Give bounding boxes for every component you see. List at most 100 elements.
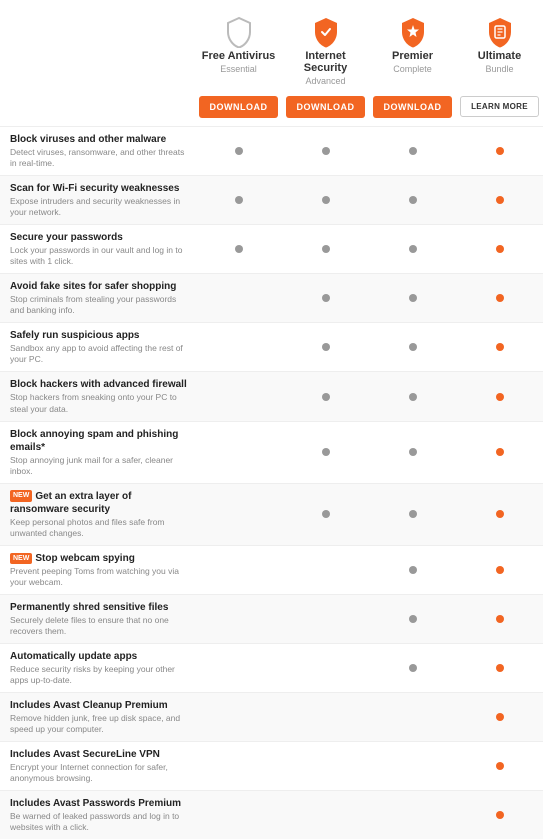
feature-row: Includes Avast Cleanup PremiumRemove hid… bbox=[0, 692, 543, 741]
check-dot bbox=[322, 343, 330, 351]
feature-row: Scan for Wi-Fi security weaknessesExpose… bbox=[0, 175, 543, 224]
check-dot bbox=[409, 343, 417, 351]
features-list: Block viruses and other malwareDetect vi… bbox=[0, 126, 543, 839]
check-dot bbox=[496, 566, 504, 574]
check-cell bbox=[282, 274, 369, 322]
check-cell bbox=[282, 176, 369, 224]
feature-label: Block annoying spam and phishing emails*… bbox=[0, 422, 195, 483]
check-cell bbox=[456, 484, 543, 545]
check-cell bbox=[195, 595, 282, 643]
check-cell bbox=[369, 546, 456, 594]
new-badge: NEW bbox=[10, 490, 32, 501]
premier-download-button[interactable]: DOWNLOAD bbox=[373, 96, 452, 118]
premier-plan-name: Premier bbox=[392, 50, 433, 62]
feature-label: NEWStop webcam spyingPrevent peeping Tom… bbox=[0, 546, 195, 594]
check-cell bbox=[456, 274, 543, 322]
feature-label: Includes Avast Cleanup PremiumRemove hid… bbox=[0, 693, 195, 741]
empty-header-cell bbox=[0, 10, 195, 90]
check-cell bbox=[282, 323, 369, 371]
feature-row: Block viruses and other malwareDetect vi… bbox=[0, 126, 543, 175]
check-dot bbox=[322, 196, 330, 204]
feature-desc: Securely delete files to ensure that no … bbox=[10, 615, 187, 637]
feature-row: Safely run suspicious appsSandbox any ap… bbox=[0, 322, 543, 371]
feature-title: Secure your passwords bbox=[10, 231, 187, 244]
check-dot bbox=[496, 343, 504, 351]
feature-label: Includes Avast Passwords PremiumBe warne… bbox=[0, 791, 195, 839]
check-cell bbox=[195, 372, 282, 420]
check-cell bbox=[369, 422, 456, 483]
check-dot bbox=[496, 294, 504, 302]
ultimate-shield-icon bbox=[486, 16, 514, 48]
check-dot bbox=[496, 196, 504, 204]
feature-row: Secure your passwordsLock your passwords… bbox=[0, 224, 543, 273]
check-cell bbox=[282, 791, 369, 839]
feature-desc: Detect viruses, ransomware, and other th… bbox=[10, 147, 187, 169]
check-cell bbox=[369, 693, 456, 741]
feature-title: NEWStop webcam spying bbox=[10, 552, 187, 565]
check-cell bbox=[456, 644, 543, 692]
feature-desc: Be warned of leaked passwords and log in… bbox=[10, 811, 187, 833]
check-dot bbox=[235, 147, 243, 155]
check-cell bbox=[369, 791, 456, 839]
feature-label: Block hackers with advanced firewallStop… bbox=[0, 372, 195, 420]
check-cell bbox=[195, 484, 282, 545]
feature-row: Includes Avast SecureLine VPNEncrypt you… bbox=[0, 741, 543, 790]
check-dot bbox=[322, 147, 330, 155]
feature-label: Block viruses and other malwareDetect vi… bbox=[0, 127, 195, 175]
check-cell bbox=[195, 742, 282, 790]
check-dot bbox=[322, 294, 330, 302]
check-dot bbox=[409, 393, 417, 401]
feature-title: Block annoying spam and phishing emails* bbox=[10, 428, 187, 454]
plan-internet: Internet Security Advanced bbox=[282, 10, 369, 90]
check-dot bbox=[322, 510, 330, 518]
check-cell bbox=[456, 422, 543, 483]
check-cell bbox=[456, 595, 543, 643]
plan-ultimate: Ultimate Bundle bbox=[456, 10, 543, 90]
check-cell bbox=[282, 546, 369, 594]
check-cell bbox=[369, 372, 456, 420]
feature-title: Includes Avast Passwords Premium bbox=[10, 797, 187, 810]
check-dot bbox=[409, 245, 417, 253]
check-cell bbox=[369, 127, 456, 175]
feature-desc: Encrypt your Internet connection for saf… bbox=[10, 762, 187, 784]
feature-desc: Expose intruders and security weaknesses… bbox=[10, 196, 187, 218]
new-badge: NEW bbox=[10, 553, 32, 564]
check-cell bbox=[195, 644, 282, 692]
check-cell bbox=[282, 225, 369, 273]
feature-title: Includes Avast SecureLine VPN bbox=[10, 748, 187, 761]
check-cell bbox=[282, 595, 369, 643]
check-cell bbox=[195, 791, 282, 839]
feature-label: Automatically update appsReduce security… bbox=[0, 644, 195, 692]
check-cell bbox=[369, 742, 456, 790]
check-cell bbox=[282, 644, 369, 692]
check-cell bbox=[369, 176, 456, 224]
check-dot bbox=[496, 664, 504, 672]
check-dot bbox=[409, 147, 417, 155]
feature-row: Automatically update appsReduce security… bbox=[0, 643, 543, 692]
feature-desc: Reduce security risks by keeping your ot… bbox=[10, 664, 187, 686]
feature-desc: Remove hidden junk, free up disk space, … bbox=[10, 713, 187, 735]
check-cell bbox=[369, 274, 456, 322]
ultimate-plan-name: Ultimate bbox=[478, 50, 521, 62]
feature-title: Permanently shred sensitive files bbox=[10, 601, 187, 614]
check-cell bbox=[456, 546, 543, 594]
check-dot bbox=[496, 448, 504, 456]
empty-btn-cell bbox=[0, 96, 195, 118]
free-download-button[interactable]: DOWNLOAD bbox=[199, 96, 278, 118]
ultimate-learn-button[interactable]: LEARN MORE bbox=[460, 96, 539, 117]
check-cell bbox=[195, 693, 282, 741]
premier-shield-icon bbox=[399, 16, 427, 48]
internet-download-button[interactable]: DOWNLOAD bbox=[286, 96, 365, 118]
check-dot bbox=[409, 294, 417, 302]
check-cell bbox=[456, 127, 543, 175]
internet-shield-icon bbox=[312, 16, 340, 48]
feature-label: Avoid fake sites for safer shoppingStop … bbox=[0, 274, 195, 322]
feature-row: NEWStop webcam spyingPrevent peeping Tom… bbox=[0, 545, 543, 594]
check-dot bbox=[322, 393, 330, 401]
check-cell bbox=[369, 323, 456, 371]
check-cell bbox=[195, 127, 282, 175]
feature-title: Block viruses and other malware bbox=[10, 133, 187, 146]
feature-desc: Keep personal photos and files safe from… bbox=[10, 517, 187, 539]
check-cell bbox=[456, 372, 543, 420]
button-row: DOWNLOAD DOWNLOAD DOWNLOAD LEARN MORE bbox=[0, 90, 543, 126]
